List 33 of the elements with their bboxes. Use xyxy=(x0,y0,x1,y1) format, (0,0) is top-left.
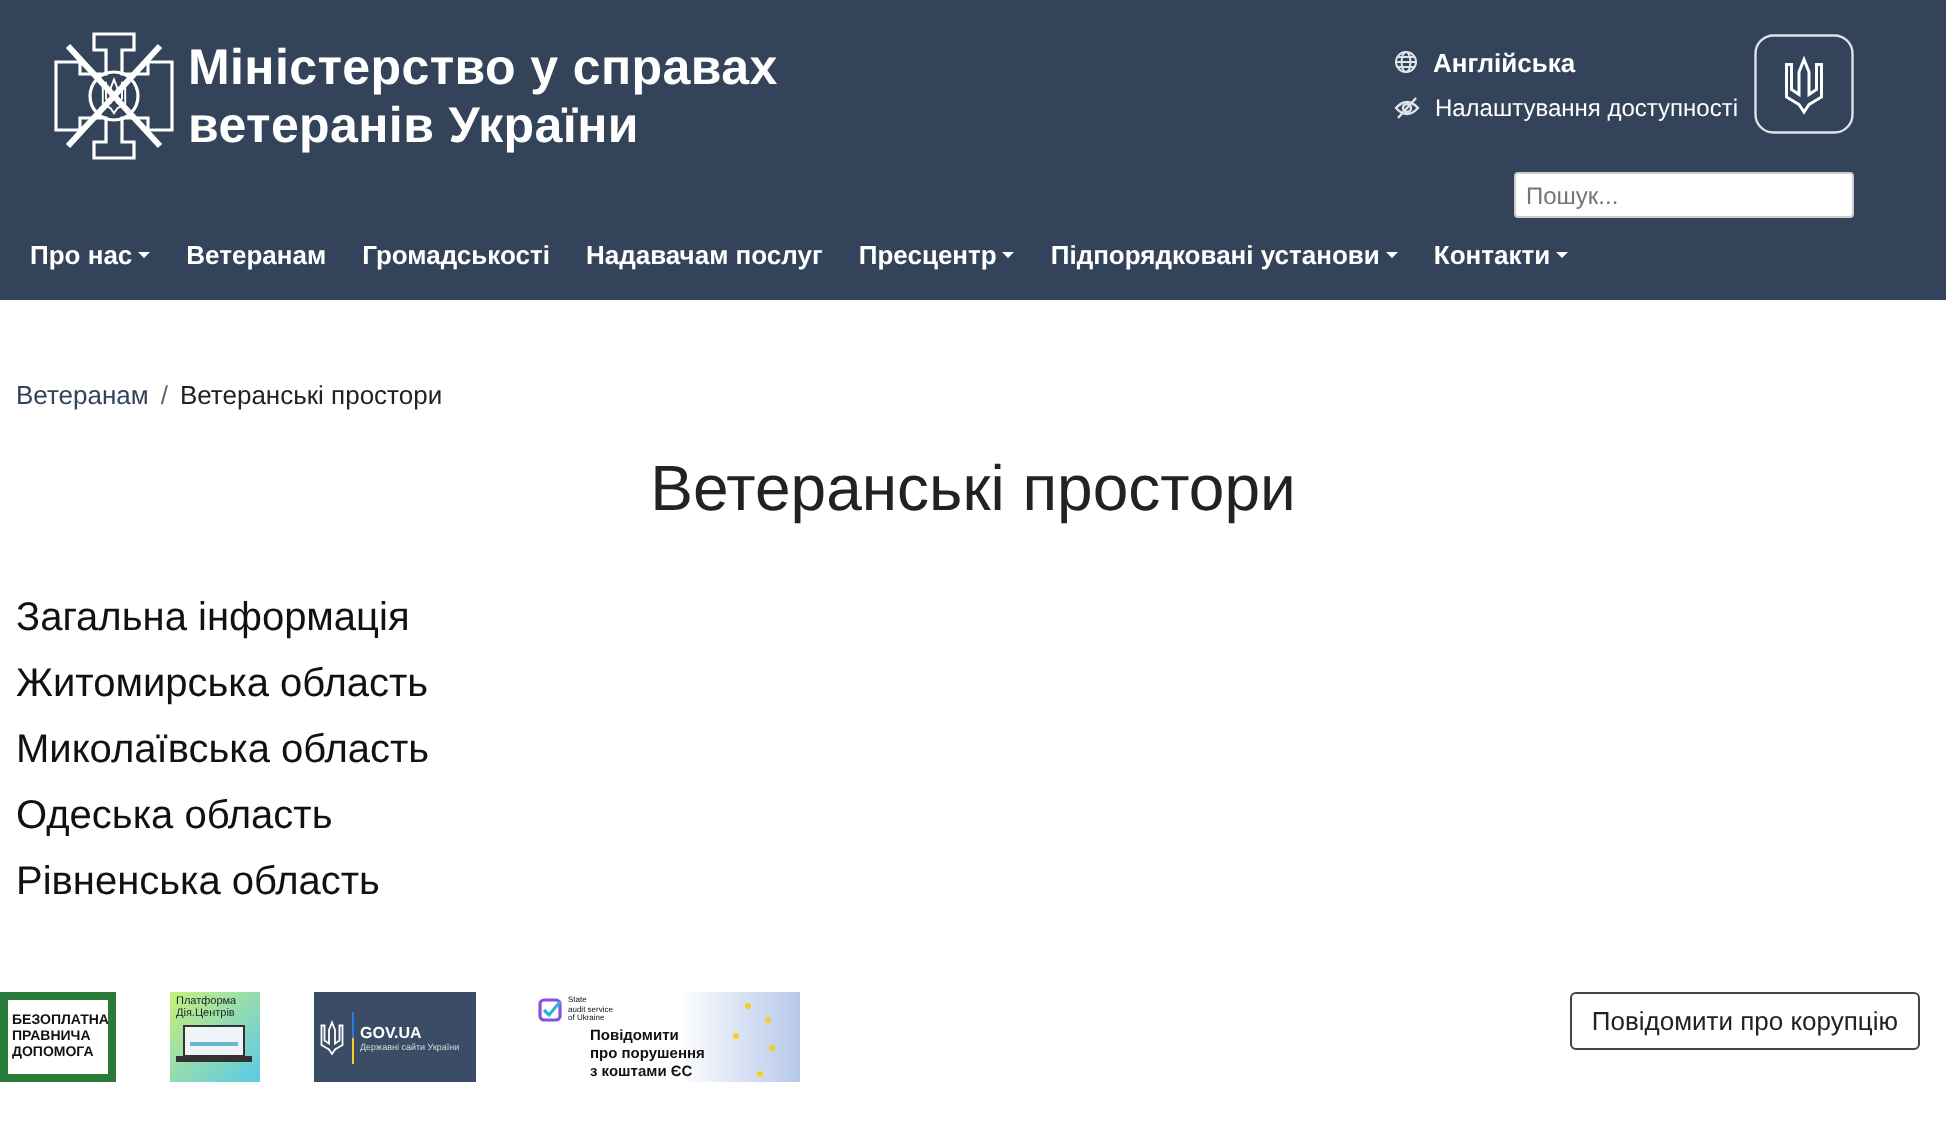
checkbox-icon xyxy=(538,997,562,1022)
nav-link[interactable]: Ветеранам xyxy=(168,239,345,269)
nav-link[interactable]: Громадськості xyxy=(344,239,568,269)
globe-icon xyxy=(1394,50,1419,74)
nav-link[interactable]: Підпорядковані установи xyxy=(1032,239,1416,269)
site-title[interactable]: Міністерство у справах ветеранів України xyxy=(188,40,778,156)
region-link[interactable]: Миколаївська область xyxy=(16,726,430,776)
caret-icon xyxy=(1002,251,1015,257)
search-field[interactable]: Пошук... xyxy=(1514,172,1854,218)
breadcrumb-separator: / xyxy=(160,380,168,410)
nav-link[interactable]: Контакти xyxy=(1415,239,1587,269)
report-corruption-button[interactable]: Повідомити про корупцію xyxy=(1569,992,1920,1050)
language-link[interactable]: Англійська xyxy=(1432,47,1576,77)
region-link[interactable]: Рівненська область xyxy=(16,858,380,908)
trident-emblem-icon xyxy=(1754,34,1854,134)
caret-icon xyxy=(1385,251,1398,257)
breadcrumb-current: Ветеранські простори xyxy=(179,380,443,410)
nav-link[interactable]: Про нас xyxy=(12,239,169,269)
caret-icon xyxy=(1556,251,1569,257)
breadcrumb-link[interactable]: Ветеранам xyxy=(16,380,149,410)
page-title: Ветеранські простори xyxy=(648,452,1298,526)
ministry-logo-icon xyxy=(52,30,176,162)
region-link[interactable]: Житомирська область xyxy=(16,660,429,710)
trident-icon xyxy=(318,1015,346,1059)
accessibility-link[interactable]: Налаштування доступності xyxy=(1434,93,1738,121)
laptop-icon xyxy=(176,1024,252,1064)
nav-link[interactable]: Надавачам послуг xyxy=(567,239,841,269)
eye-slash-icon xyxy=(1394,95,1421,119)
region-link[interactable]: Одеська область xyxy=(16,792,333,842)
caret-icon xyxy=(138,251,151,257)
region-link[interactable]: Загальна інформація xyxy=(16,594,410,644)
banner-title: GOV.UA xyxy=(360,1023,424,1041)
nav-link[interactable]: Пресцентр xyxy=(840,239,1033,269)
